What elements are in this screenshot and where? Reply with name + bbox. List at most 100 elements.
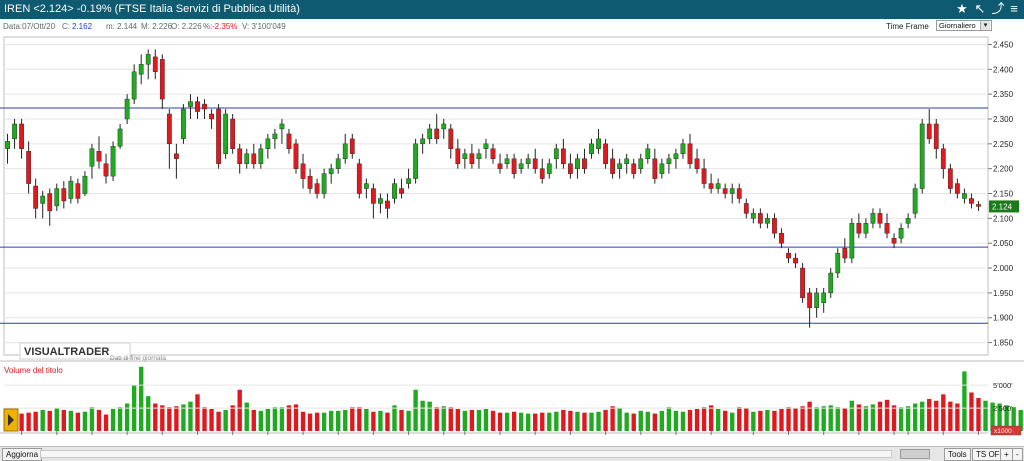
candle-body[interactable] [33,185,39,209]
candle-body[interactable] [779,233,784,244]
candle-body[interactable] [448,128,454,149]
volume-bar[interactable] [694,409,700,431]
volume-bar[interactable] [540,412,545,431]
candle-body[interactable] [793,257,798,264]
volume-bar[interactable] [406,410,411,431]
volume-bar[interactable] [103,414,109,432]
candle-body[interactable] [940,148,946,169]
candle-body[interactable] [835,252,841,274]
candle-body[interactable] [729,188,735,194]
menu-icon[interactable]: ≡ [1006,1,1022,17]
candle-body[interactable] [96,151,102,162]
volume-bar[interactable] [610,406,615,431]
volume-bar[interactable] [673,410,679,431]
volume-bar[interactable] [188,401,193,431]
candle-body[interactable] [976,204,981,207]
volume-bar[interactable] [160,405,165,431]
candle-body[interactable] [124,98,130,120]
volume-bar[interactable] [230,405,235,431]
candle-body[interactable] [919,123,925,189]
volume-bar[interactable] [434,407,439,431]
volume-bar[interactable] [617,408,622,431]
volume-bar[interactable] [146,396,151,431]
volume-bar[interactable] [680,411,686,431]
volume-bar[interactable] [877,401,883,431]
volume-bar[interactable] [786,407,791,431]
candle-body[interactable] [12,123,17,140]
volume-bar[interactable] [364,409,369,431]
volume-bar[interactable] [110,409,116,431]
volume-bar[interactable] [209,409,214,431]
candle-body[interactable] [75,183,81,199]
volume-bar[interactable] [54,408,59,431]
candle-body[interactable] [406,178,411,184]
candle-body[interactable] [244,153,250,164]
candle-body[interactable] [371,188,376,204]
volume-bar[interactable] [96,409,102,431]
volume-bar[interactable] [575,411,580,431]
candle-body[interactable] [286,133,292,149]
candle-body[interactable] [736,188,742,199]
candle-body[interactable] [969,198,974,204]
volume-bar[interactable] [596,411,601,431]
volume-bar[interactable] [751,411,756,431]
candle-body[interactable] [293,143,299,169]
candle-body[interactable] [954,183,960,194]
candle-body[interactable] [765,218,770,224]
candle-body[interactable] [89,148,95,167]
candle-body[interactable] [947,168,953,189]
candle-body[interactable] [356,163,362,194]
volume-bar[interactable] [568,410,573,431]
star-icon[interactable]: ★ [954,1,970,17]
candle-body[interactable] [349,138,355,154]
candle-body[interactable] [251,153,257,164]
volume-bar[interactable] [392,405,397,431]
candle-body[interactable] [342,143,348,159]
volume-bar[interactable] [19,413,24,431]
candle-body[interactable] [483,143,489,149]
volume-bar[interactable] [385,412,390,431]
update-button[interactable]: Aggiorna [2,448,43,461]
candle-body[interactable] [19,123,24,149]
volume-bar[interactable] [504,412,510,431]
candle-body[interactable] [962,193,967,199]
volume-bar[interactable] [891,405,897,431]
volume-bar[interactable] [582,412,587,431]
candle-body[interactable] [912,188,918,214]
volume-bar[interactable] [469,409,475,431]
candle-body[interactable] [821,292,827,304]
candle-body[interactable] [230,118,236,149]
candle-body[interactable] [152,56,158,72]
volume-bar[interactable] [82,411,88,431]
volume-bar[interactable] [139,366,144,431]
volume-bar[interactable] [462,410,468,431]
candle-body[interactable] [385,200,390,209]
candle-body[interactable] [582,158,587,169]
volume-bar[interactable] [603,409,608,431]
candle-body[interactable] [933,123,939,149]
volume-bar[interactable] [343,409,348,431]
volume-bar[interactable] [272,407,278,431]
candle-body[interactable] [40,195,46,204]
candle-body[interactable] [624,158,630,164]
volume-bar[interactable] [807,401,812,431]
volume-bar[interactable] [554,411,559,431]
volume-bar[interactable] [744,408,749,431]
volume-bar[interactable] [167,407,172,431]
candle-body[interactable] [546,163,552,174]
candle-body[interactable] [441,123,447,130]
candle-body[interactable] [603,143,608,164]
candle-body[interactable] [82,175,88,194]
candle-body[interactable] [117,128,123,147]
candle-body[interactable] [504,158,510,164]
candle-body[interactable] [5,141,10,149]
volume-bar[interactable] [772,410,777,431]
candle-body[interactable] [138,64,144,75]
candle-body[interactable] [659,163,665,174]
volume-bar[interactable] [328,410,334,431]
volume-bar[interactable] [378,410,383,431]
volume-bar[interactable] [800,406,805,431]
candle-body[interactable] [807,292,812,308]
volume-bar[interactable] [723,410,728,431]
pin-icon[interactable]: ⤴ [990,1,1006,17]
